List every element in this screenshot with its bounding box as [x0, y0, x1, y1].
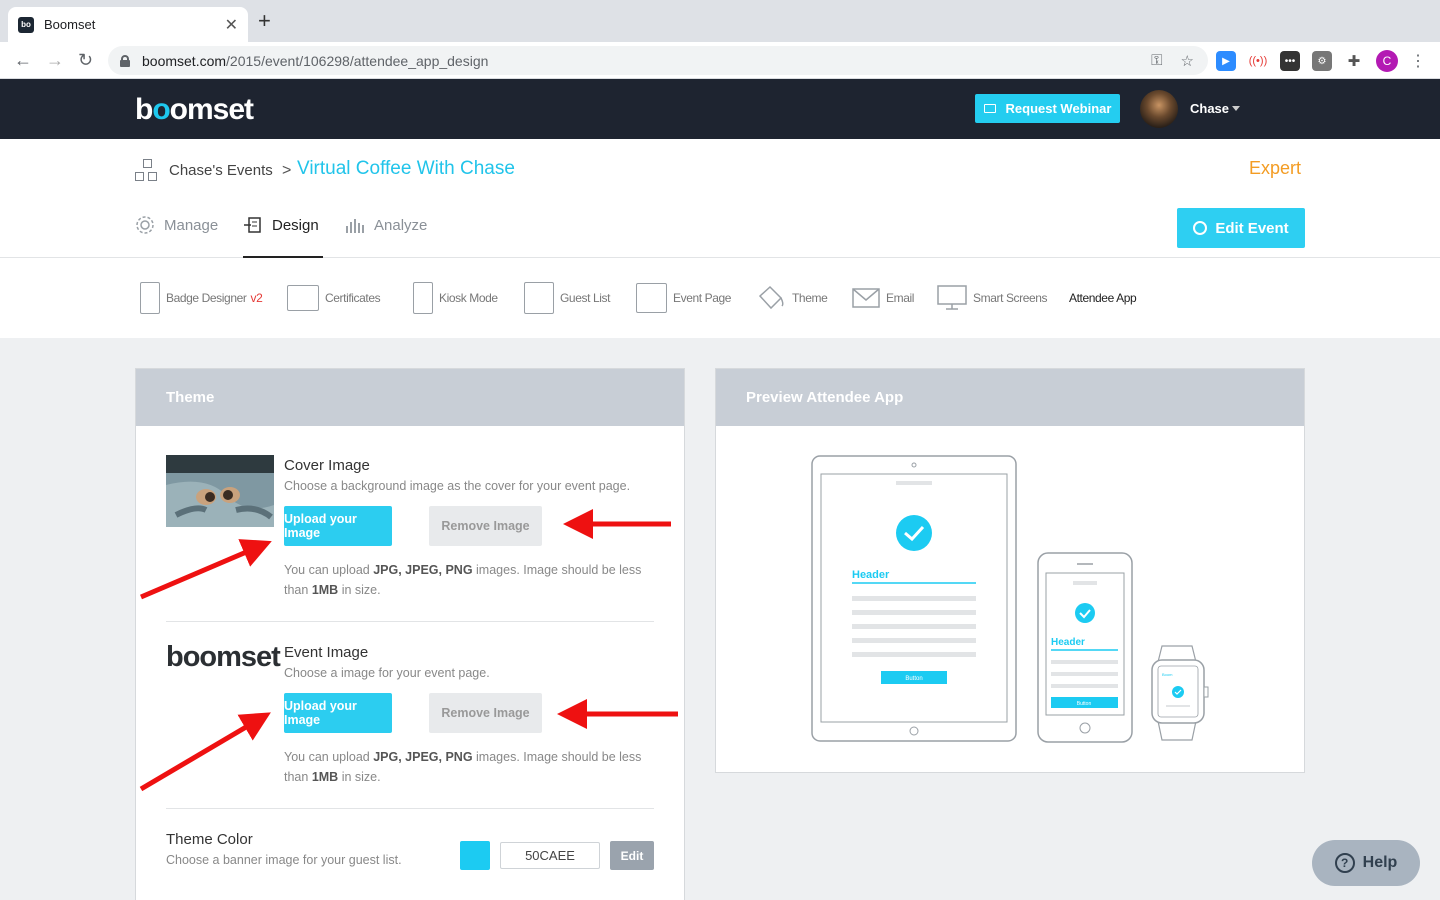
gear-icon	[136, 216, 154, 234]
device-preview-illustration: Header Button Header Button Boom	[811, 455, 1209, 743]
event-page-icon	[636, 283, 667, 313]
tablet-mockup: Header Button	[811, 455, 1017, 742]
event-image-description: Choose a image for your event page.	[284, 666, 490, 680]
dots-extension-icon[interactable]: •••	[1280, 51, 1300, 71]
edit-event-button[interactable]: Edit Event	[1177, 208, 1305, 248]
subnav-kiosk-mode[interactable]: Kiosk Mode	[413, 280, 498, 316]
subnav-badge-designer[interactable]: Badge Designer v2	[140, 280, 263, 316]
section-divider	[166, 808, 654, 809]
plan-label: Expert	[1249, 158, 1302, 178]
browser-tab[interactable]: bo Boomset ✕	[8, 7, 248, 42]
tablet-header-text: Header	[852, 569, 890, 581]
watch-mockup: Boom	[1151, 645, 1209, 741]
tab-manage[interactable]: Manage	[135, 215, 218, 235]
user-name[interactable]: Chase	[1190, 101, 1229, 116]
events-grid-icon	[135, 159, 159, 183]
tab-title: Boomset	[44, 17, 96, 32]
cover-image-title: Cover Image	[284, 457, 370, 474]
tablet-button-text: Button	[905, 676, 922, 682]
hubspot-extension-icon[interactable]: ⚙	[1312, 51, 1332, 71]
event-image-logo: boomset	[166, 641, 281, 673]
phone-header-text: Header	[1051, 637, 1085, 648]
request-webinar-button[interactable]: Request Webinar	[975, 94, 1120, 123]
subnav-theme[interactable]: Theme	[756, 280, 828, 316]
forward-icon[interactable]: →	[46, 50, 64, 70]
boomset-favicon-icon: bo	[18, 16, 34, 33]
breadcrumb-events[interactable]: Chase's Events	[169, 162, 273, 179]
section-divider	[166, 621, 654, 622]
tab-analyze[interactable]: Analyze	[345, 215, 427, 235]
guest-list-icon	[524, 282, 554, 314]
subnav-certificates[interactable]: Certificates	[287, 280, 381, 316]
user-avatar[interactable]	[1140, 90, 1178, 128]
subnav-email[interactable]: Email	[852, 280, 914, 316]
caret-down-icon[interactable]	[1232, 106, 1240, 111]
close-tab-icon[interactable]: ✕	[225, 15, 238, 35]
subnav-guest-list[interactable]: Guest List	[524, 280, 610, 316]
breadcrumb-separator: >	[282, 162, 292, 179]
design-icon	[244, 217, 261, 233]
key-icon[interactable]: ⚿	[1151, 52, 1162, 70]
cover-image-description: Choose a background image as the cover f…	[284, 479, 631, 493]
address-bar[interactable]: boomset.com/2015/event/106298/attendee_a…	[108, 46, 1208, 75]
paint-bucket-icon	[758, 285, 784, 310]
theme-panel-title: Theme	[136, 369, 684, 426]
url-text: boomset.com/2015/event/106298/attendee_a…	[142, 52, 489, 69]
edit-theme-color-button[interactable]: Edit	[610, 841, 654, 870]
boomset-logo[interactable]: boomset	[135, 93, 254, 127]
help-button[interactable]: ? Help	[1312, 840, 1420, 886]
bookmark-star-icon[interactable]: ☆	[1181, 52, 1194, 70]
kiosk-icon	[413, 282, 433, 314]
theme-color-description: Choose a banner image for your guest lis…	[166, 853, 402, 867]
remove-event-image-button[interactable]: Remove Image	[429, 693, 542, 733]
profile-avatar[interactable]: C	[1376, 50, 1398, 72]
screen-icon	[983, 104, 996, 113]
theme-color-title: Theme Color	[166, 831, 253, 848]
certificate-icon	[287, 285, 319, 311]
lock-icon	[120, 54, 130, 67]
preview-panel: Preview Attendee App Header Button Heade…	[715, 368, 1305, 773]
broadcast-extension-icon[interactable]: ((•))	[1248, 51, 1268, 71]
envelope-icon	[852, 288, 880, 308]
monitor-icon	[937, 285, 967, 310]
design-sub-nav: Badge Designer v2 Certificates Kiosk Mode…	[0, 258, 1440, 338]
upload-event-image-button[interactable]: Upload your Image	[284, 693, 392, 733]
browser-toolbar: ← → ↻ boomset.com/2015/event/106298/atte…	[0, 42, 1440, 79]
phone-button-text: Button	[1077, 701, 1092, 707]
badge-icon	[140, 282, 160, 314]
phone-mockup: Header Button	[1037, 552, 1133, 743]
event-title[interactable]: Virtual Coffee With Chase	[297, 158, 515, 180]
watch-header-text: Boom	[1162, 672, 1173, 677]
theme-color-hex-input[interactable]	[500, 842, 600, 869]
event-image-upload-note: You can upload JPG, JPEG, PNG images. Im…	[284, 750, 642, 784]
puzzle-extension-icon[interactable]: ✚	[1344, 51, 1364, 71]
remove-cover-image-button[interactable]: Remove Image	[429, 506, 542, 546]
back-icon[interactable]: ←	[14, 50, 32, 70]
upload-cover-image-button[interactable]: Upload your Image	[284, 506, 392, 546]
gear-icon	[1193, 221, 1208, 235]
subnav-event-page[interactable]: Event Page	[636, 280, 731, 316]
cover-image-thumbnail	[166, 455, 274, 527]
theme-panel: Theme Cover Image Choose a background im…	[135, 368, 685, 900]
preview-panel-title: Preview Attendee App	[716, 369, 1304, 426]
menu-kebab-icon[interactable]: ⋮	[1410, 51, 1426, 71]
subnav-smart-screens[interactable]: Smart Screens	[937, 280, 1048, 316]
question-icon: ?	[1334, 853, 1355, 873]
theme-color-swatch[interactable]	[460, 841, 490, 870]
bar-chart-icon	[346, 219, 364, 233]
cover-image-upload-note: You can upload JPG, JPEG, PNG images. Im…	[284, 563, 642, 597]
event-header: Chase's Events > Virtual Coffee With Cha…	[0, 139, 1440, 258]
new-tab-icon[interactable]: +	[258, 10, 271, 32]
event-image-title: Event Image	[284, 644, 369, 661]
tab-design[interactable]: Design	[243, 215, 319, 235]
browser-tab-bar: bo Boomset ✕ +	[0, 0, 1440, 42]
subnav-attendee-app[interactable]: Attendee App	[1069, 280, 1137, 316]
reload-icon[interactable]: ↻	[78, 50, 93, 70]
zoom-extension-icon[interactable]: ▶	[1216, 51, 1236, 71]
